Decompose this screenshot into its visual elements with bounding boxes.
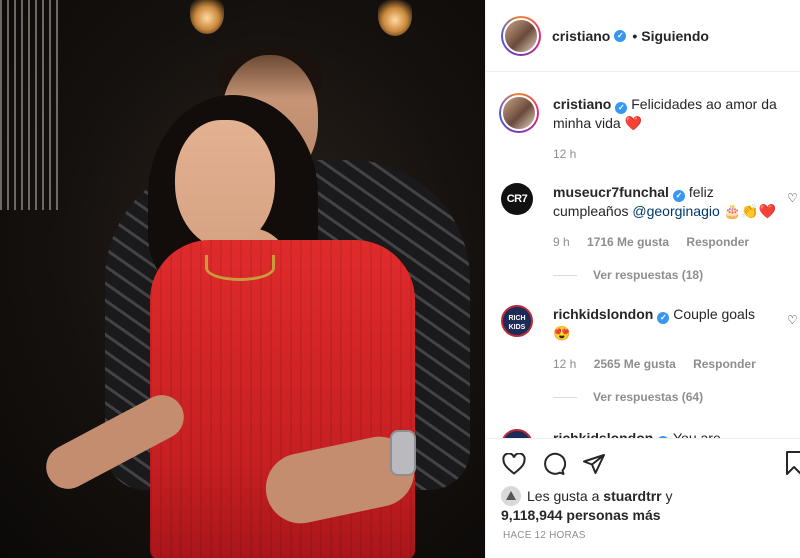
comment-text: You are [672,430,721,438]
comment-body: richkidslondon ✓ Couple goals 😍 [553,305,788,342]
comment-emoji: 🎂👏❤️ [723,203,776,219]
liker-username[interactable]: stuardtrr [603,488,661,504]
bead-curtain [0,0,60,210]
heart-icon[interactable] [500,450,528,478]
post-side-panel: cristiano ✓ • Siguiendo cristiano ✓ Felic… [485,0,800,558]
comment-like-heart-icon[interactable]: ♡ [787,191,798,205]
light-bulb [378,0,412,36]
comment-username[interactable]: richkidslondon [553,430,653,438]
comment-body: museucr7funchal ✓ feliz cumpleaños @georg… [553,183,788,220]
comment-mention-link[interactable]: @georginagio [632,203,719,219]
caption-meta: 12 h [553,147,590,161]
comment-username[interactable]: richkidslondon [553,306,653,322]
verified-badge-icon: ✓ [672,190,685,202]
likes-count-button[interactable]: 9,118,944 personas más [501,507,661,523]
watch [390,430,416,476]
likes-prefix: Les gusta a [527,488,600,504]
commenter-avatar[interactable]: RICH KIDS [501,305,533,337]
reply-button[interactable]: Responder [686,235,749,249]
comment-meta: 9 h 1716 Me gusta Responder [553,235,763,249]
action-icons [486,439,800,489]
caption-body: cristiano ✓ Felicidades ao amor da minha … [553,95,788,132]
view-replies-button[interactable]: Ver respuestas (18) [553,268,703,282]
comment-time[interactable]: 9 h [553,235,570,249]
comments-list[interactable]: cristiano ✓ Felicidades ao amor da minha … [486,73,800,438]
post-actions: Les gusta a stuardtrr y 9,118,944 person… [486,438,800,541]
comment-likes-count[interactable]: 2565 Me gusta [594,357,676,371]
comment-time[interactable]: 12 h [553,357,576,371]
liker-avatar[interactable] [501,486,521,506]
caption-username[interactable]: cristiano [553,96,611,112]
post-photo[interactable] [0,0,485,558]
verified-badge-icon: ✓ [657,312,670,324]
comment-likes-count[interactable]: 1716 Me gusta [587,235,669,249]
separator-dot: • [632,27,638,44]
author-avatar[interactable] [503,17,539,54]
author-avatar-ring[interactable] [501,15,541,56]
comment-icon[interactable] [540,450,568,478]
comment-like-heart-icon[interactable]: ♡ [787,313,798,327]
verified-badge-icon: ✓ [615,102,628,114]
view-replies-button[interactable]: Ver respuestas (64) [553,390,703,404]
caption-time[interactable]: 12 h [553,147,576,161]
woman-face [175,120,275,248]
bookmark-icon[interactable] [786,451,800,475]
comment-body: richkidslondon✓ You are [553,429,788,438]
post-header: cristiano ✓ • Siguiendo [486,0,800,72]
author-username[interactable]: cristiano [552,28,610,44]
likes-summary: Les gusta a stuardtrr y 9,118,944 person… [501,486,791,524]
comment-text: Couple goals [673,306,755,322]
necklace [205,255,275,281]
reply-button[interactable]: Responder [693,357,756,371]
caption-avatar-ring[interactable] [499,93,539,133]
verified-badge-icon: ✓ [614,29,627,42]
comment-username[interactable]: museucr7funchal [553,184,669,200]
likes-connector: y [665,488,673,504]
comment-meta: 12 h 2565 Me gusta Responder [553,357,770,371]
commenter-avatar[interactable]: CR7 [501,183,533,215]
comment-emoji: 😍 [553,325,571,341]
commenter-avatar[interactable] [501,429,533,438]
post-timestamp[interactable]: HACE 12 HORAS [503,530,586,541]
light-bulb [190,0,224,34]
share-icon[interactable] [580,450,608,478]
caption-avatar[interactable] [501,95,537,131]
following-button[interactable]: Siguiendo [641,28,709,44]
